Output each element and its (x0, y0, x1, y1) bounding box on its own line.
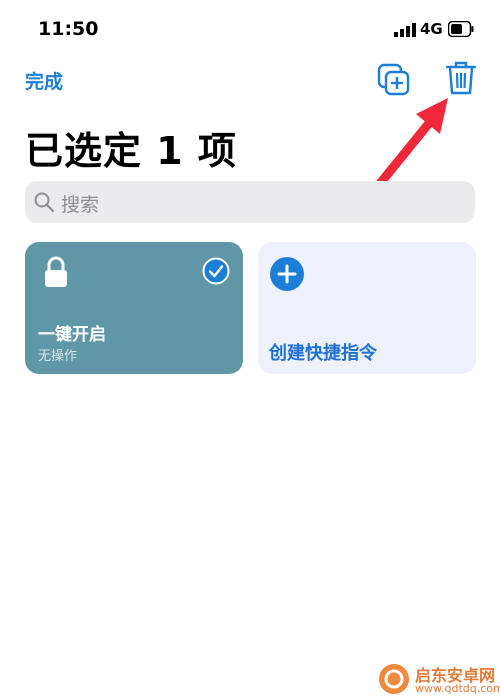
watermark-url: www.qdtdq.com (415, 682, 500, 695)
battery-icon (448, 21, 474, 37)
status-time: 11:50 (38, 18, 99, 40)
shortcut-subtitle: 无操作 (38, 349, 78, 364)
search-placeholder: 搜索 (61, 194, 100, 216)
status-bar: 11:50 4G (0, 0, 500, 60)
network-label: 4G (420, 20, 443, 38)
done-button[interactable]: 完成 (25, 67, 63, 94)
shortcut-card[interactable]: 一键开启 无操作 (25, 242, 243, 374)
page-title: 已选定 1 项 (25, 129, 237, 173)
checkmark-icon[interactable] (202, 257, 230, 285)
watermark-logo-icon (379, 664, 409, 694)
create-shortcut-card[interactable]: 创建快捷指令 (258, 242, 476, 374)
search-input[interactable]: 搜索 (25, 181, 475, 223)
plus-icon (270, 257, 304, 291)
search-icon (34, 192, 55, 213)
signal-icon (394, 23, 416, 37)
lock-icon (45, 256, 67, 287)
shortcut-name: 一键开启 (38, 325, 106, 345)
create-shortcut-label: 创建快捷指令 (269, 343, 377, 364)
watermark: 启东安卓网 www.qdtdq.com (377, 660, 500, 700)
